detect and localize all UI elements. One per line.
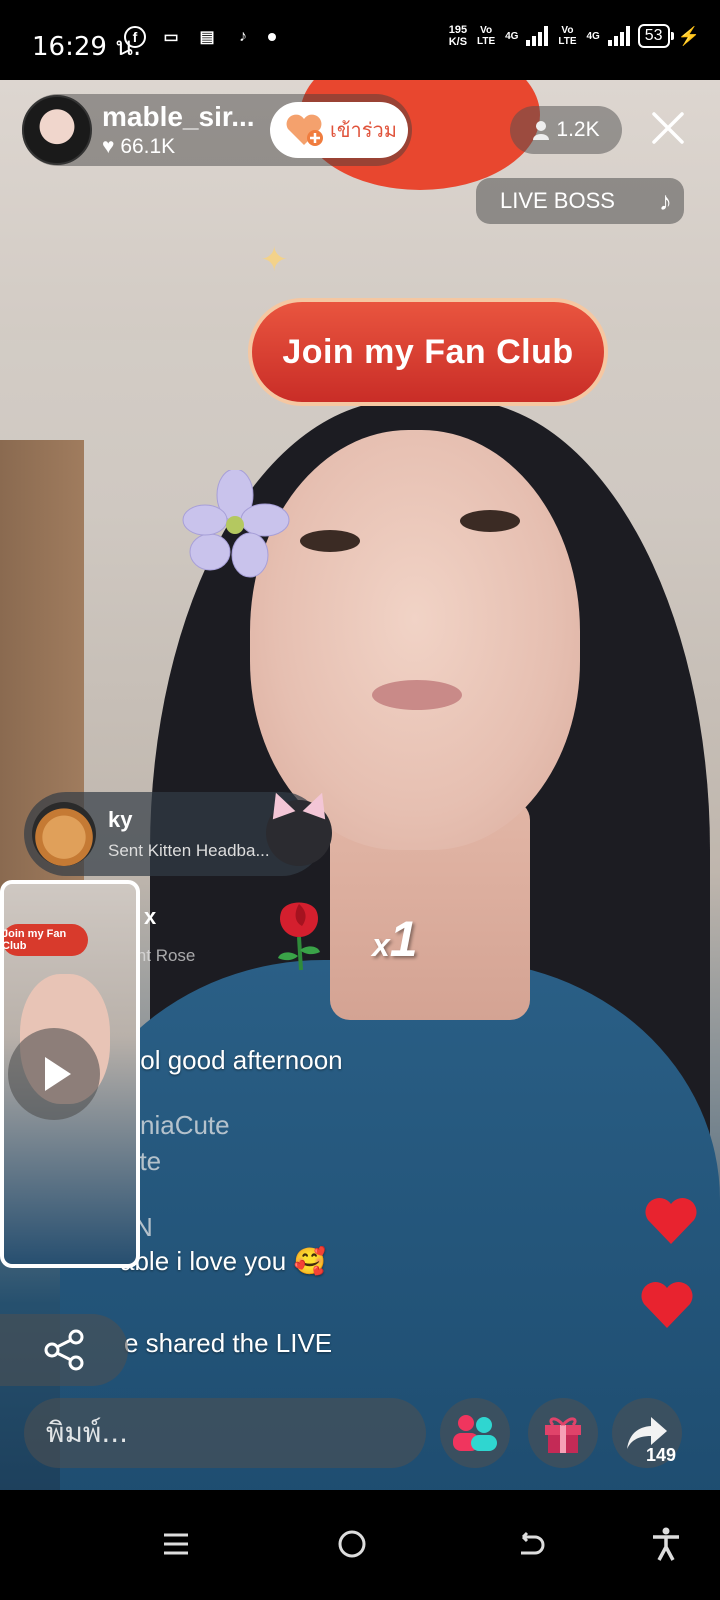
accessibility-icon xyxy=(653,1527,679,1561)
gift-combo: x1 xyxy=(372,911,418,967)
rose-gift-icon xyxy=(278,902,320,971)
heart-icon: ♥ xyxy=(102,135,115,158)
net-speed: 195 K/S xyxy=(448,24,468,48)
host-name: mable_sir... xyxy=(102,101,255,132)
screen-recording-preview[interactable]: Join my Fan Club xyxy=(0,880,140,1268)
notification-icons: f ▭ ▤ ♪ xyxy=(124,26,276,48)
back-icon xyxy=(521,1531,545,1555)
join-fan-club-button[interactable]: เข้าร่วม xyxy=(270,102,408,158)
share-count: 149 xyxy=(645,1445,676,1465)
menu-icon xyxy=(164,1533,188,1555)
person-icon xyxy=(533,121,550,140)
battery-icon: 53 xyxy=(637,24,674,48)
share-icon xyxy=(44,1329,84,1371)
fan-club-label: Join my Fan Club xyxy=(282,332,574,371)
gift-description: Sent Kitten Headba... xyxy=(108,841,270,860)
fan-club-sticker[interactable]: Join my Fan Club xyxy=(248,298,608,406)
live-boss-badge[interactable]: LIVE BOSS ♪ xyxy=(476,178,684,224)
gift-icon xyxy=(545,1417,581,1453)
host-likes: ♥ 66.1K xyxy=(102,135,176,158)
tiktok-icon: ♪ xyxy=(239,28,247,45)
gifter-name: x xyxy=(144,904,157,929)
play-icon[interactable] xyxy=(8,1028,100,1120)
streamer-lips xyxy=(372,680,462,710)
status-bar: 16:29 น. f ▭ ▤ ♪ 195 K/S Vo LTE 4G Vo LT… xyxy=(0,0,720,80)
accessibility-button[interactable] xyxy=(636,1514,696,1574)
like-heart-icon xyxy=(641,1281,693,1328)
chat-message: idol good afternoon xyxy=(120,1045,343,1075)
chat-message: able i love you 🥰 xyxy=(120,1246,326,1276)
streamer-eye xyxy=(300,530,360,552)
fan-club-heart-icon xyxy=(286,114,323,146)
signal-icon xyxy=(526,26,549,46)
home-button[interactable] xyxy=(322,1514,382,1574)
gifter-avatar xyxy=(32,802,96,866)
multi-guest-icon xyxy=(453,1415,497,1451)
more-notifications-icon xyxy=(268,33,276,41)
signal-icon xyxy=(607,26,630,46)
facebook-icon: f xyxy=(124,26,146,48)
sparkle-icon: ✦ xyxy=(260,241,289,279)
chat-message: e shared the LIVE xyxy=(124,1328,333,1358)
message-icon: ▭ xyxy=(163,29,179,46)
kitten-headband-gift-icon xyxy=(266,800,332,866)
recent-apps-button[interactable] xyxy=(146,1514,206,1574)
sim2-network: 4G xyxy=(586,30,600,42)
close-icon[interactable] xyxy=(648,108,688,148)
mini-fan-club-label: Join my Fan Club xyxy=(4,924,88,956)
navigation-bar xyxy=(0,1490,720,1600)
sim1-network: 4G xyxy=(505,30,519,42)
viewer-count[interactable]: 1.2K xyxy=(510,106,622,154)
gift-button[interactable] xyxy=(528,1398,598,1468)
multi-guest-button[interactable] xyxy=(440,1398,510,1468)
share-button[interactable] xyxy=(0,1314,128,1386)
like-heart-icon xyxy=(645,1197,697,1244)
sim1-volte-label: Vo LTE xyxy=(477,25,496,47)
join-label: เข้าร่วม xyxy=(330,120,397,142)
flower-filter-icon xyxy=(182,470,290,578)
forward-share-button[interactable]: 149 xyxy=(612,1398,682,1468)
back-button[interactable] xyxy=(500,1514,560,1574)
app-notification-icon: ▤ xyxy=(199,29,215,46)
streamer-eye xyxy=(460,510,520,532)
chat-username[interactable]: niaCute xyxy=(140,1110,230,1141)
host-avatar[interactable] xyxy=(22,95,92,165)
gifter-name: ky xyxy=(108,807,133,832)
comment-input[interactable]: พิมพ์... xyxy=(24,1398,426,1468)
streamer-face xyxy=(250,430,580,850)
comment-placeholder: พิมพ์... xyxy=(46,1416,129,1449)
home-circle-icon xyxy=(338,1530,366,1558)
charging-icon: ⚡ xyxy=(677,25,700,46)
sim2-volte-label: Vo LTE xyxy=(558,25,577,47)
tiktok-logo-icon: ♪ xyxy=(659,186,672,216)
